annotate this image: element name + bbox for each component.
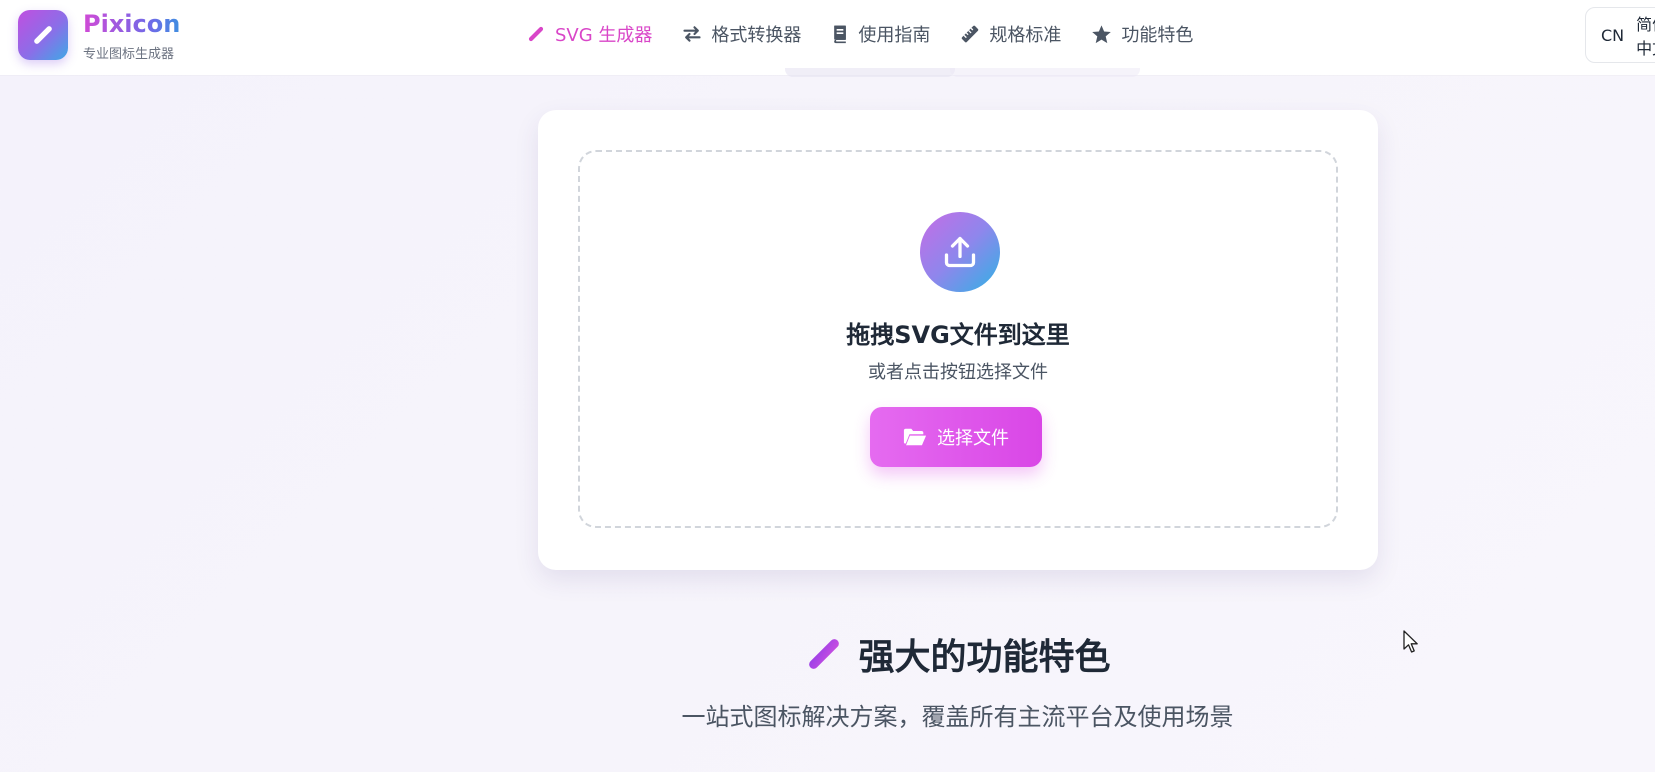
- language-label: 简体中文: [1636, 15, 1655, 58]
- dropzone-title: 拖拽SVG文件到这里: [846, 321, 1070, 349]
- pencil-icon: [528, 26, 544, 42]
- mouse-cursor-icon: [1403, 630, 1418, 653]
- pencil-icon: [809, 639, 840, 669]
- star-icon: [1092, 24, 1112, 43]
- nav-item-label: 功能特色: [1121, 25, 1194, 46]
- exchange-icon: [683, 26, 702, 42]
- pencil-logo-icon: [34, 26, 52, 44]
- header-underglow: [785, 68, 955, 77]
- nav-item-format-converter[interactable]: 格式转换器: [682, 20, 801, 48]
- brand-subtitle: 专业图标生成器: [83, 47, 175, 62]
- ruler-icon: [962, 25, 979, 43]
- dropzone-subtitle: 或者点击按钮选择文件: [868, 362, 1048, 383]
- main-nav: SVG 生成器 格式转换器 使用指南 规格标准 功能特色: [526, 20, 1223, 48]
- choose-file-label: 选择文件: [937, 428, 1009, 449]
- features-title: 强大的功能特色: [858, 637, 1111, 678]
- nav-item-user-guide[interactable]: 使用指南: [831, 20, 930, 48]
- nav-item-features[interactable]: 功能特色: [1091, 20, 1193, 48]
- nav-item-label: 格式转换器: [711, 25, 802, 46]
- language-selector[interactable]: CN 简体中文: [1585, 7, 1655, 63]
- nav-item-svg-generator[interactable]: SVG 生成器: [526, 20, 652, 48]
- file-dropzone[interactable]: 拖拽SVG文件到这里 或者点击按钮选择文件 选择文件: [578, 150, 1338, 528]
- nav-item-label: 使用指南: [858, 25, 931, 46]
- features-subtitle: 一站式图标解决方案，覆盖所有主流平台及使用场景: [681, 703, 1234, 731]
- brand-name[interactable]: Pixicon: [83, 10, 180, 38]
- app-logo[interactable]: [18, 10, 68, 60]
- language-code: CN: [1601, 25, 1625, 45]
- folder-open-icon: [903, 428, 927, 446]
- upload-icon: [920, 212, 1000, 292]
- header-underglow: [950, 68, 1140, 77]
- nav-item-label: 规格标准: [989, 25, 1062, 46]
- book-icon: [834, 25, 847, 44]
- top-header: Pixicon 专业图标生成器 SVG 生成器 格式转换器 使用指南 规格标准 …: [0, 0, 1655, 75]
- choose-file-button[interactable]: 选择文件: [870, 407, 1042, 467]
- nav-item-specifications[interactable]: 规格标准: [960, 20, 1061, 48]
- upload-card: 拖拽SVG文件到这里 或者点击按钮选择文件 选择文件: [538, 110, 1378, 570]
- nav-item-label: SVG 生成器: [555, 25, 653, 46]
